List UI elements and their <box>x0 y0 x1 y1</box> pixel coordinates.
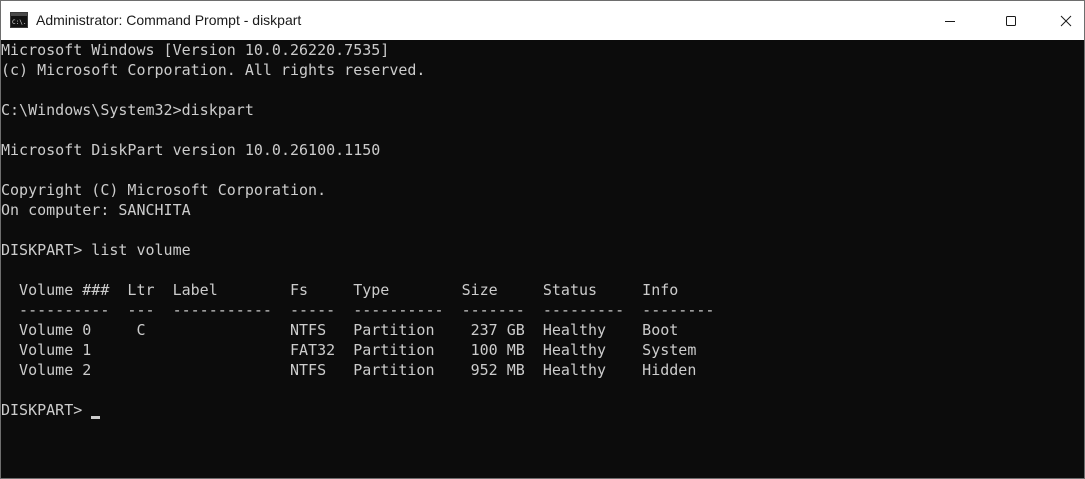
console-line-copyright: (c) Microsoft Corporation. All rights re… <box>1 61 426 79</box>
console-line-diskpart-version: Microsoft DiskPart version 10.0.26100.11… <box>1 141 381 159</box>
close-button[interactable] <box>1043 1 1085 40</box>
volume-table-separator: ---------- --- ----------- ----- -------… <box>1 301 715 319</box>
title-bar[interactable]: C:\. Administrator: Command Prompt - dis… <box>1 1 1084 40</box>
volume-table-row: Volume 0 C NTFS Partition 237 GB Healthy… <box>1 321 679 339</box>
cmd-icon-glyph: C:\. <box>12 19 26 26</box>
console-line-version: Microsoft Windows [Version 10.0.26220.75… <box>1 41 390 59</box>
console-output[interactable]: Microsoft Windows [Version 10.0.26220.75… <box>1 40 1084 478</box>
prompt-text: DISKPART> <box>1 401 92 419</box>
command-prompt-window: C:\. Administrator: Command Prompt - dis… <box>0 0 1085 479</box>
cmd-app-icon: C:\. <box>10 12 28 28</box>
minimize-button[interactable] <box>927 1 973 40</box>
maximize-icon <box>1006 15 1016 26</box>
volume-table-row: Volume 1 FAT32 Partition 100 MB Healthy … <box>1 341 697 359</box>
console-line-computer: On computer: SANCHITA <box>1 201 191 219</box>
maximize-button[interactable] <box>988 1 1034 40</box>
window-title: Administrator: Command Prompt - diskpart <box>36 12 302 28</box>
console-line-diskpart-copyright: Copyright (C) Microsoft Corporation. <box>1 181 327 199</box>
console-prompt-line[interactable]: DISKPART> <box>1 400 101 420</box>
close-icon <box>1060 15 1072 26</box>
console-line-list-command: DISKPART> list volume <box>1 241 191 259</box>
volume-table-row: Volume 2 NTFS Partition 952 MB Healthy H… <box>1 361 697 379</box>
text-cursor <box>91 416 101 419</box>
minimize-icon <box>945 20 955 22</box>
volume-table-header: Volume ### Ltr Label Fs Type Size Status… <box>1 281 679 299</box>
console-line-command: C:\Windows\System32>diskpart <box>1 101 254 119</box>
